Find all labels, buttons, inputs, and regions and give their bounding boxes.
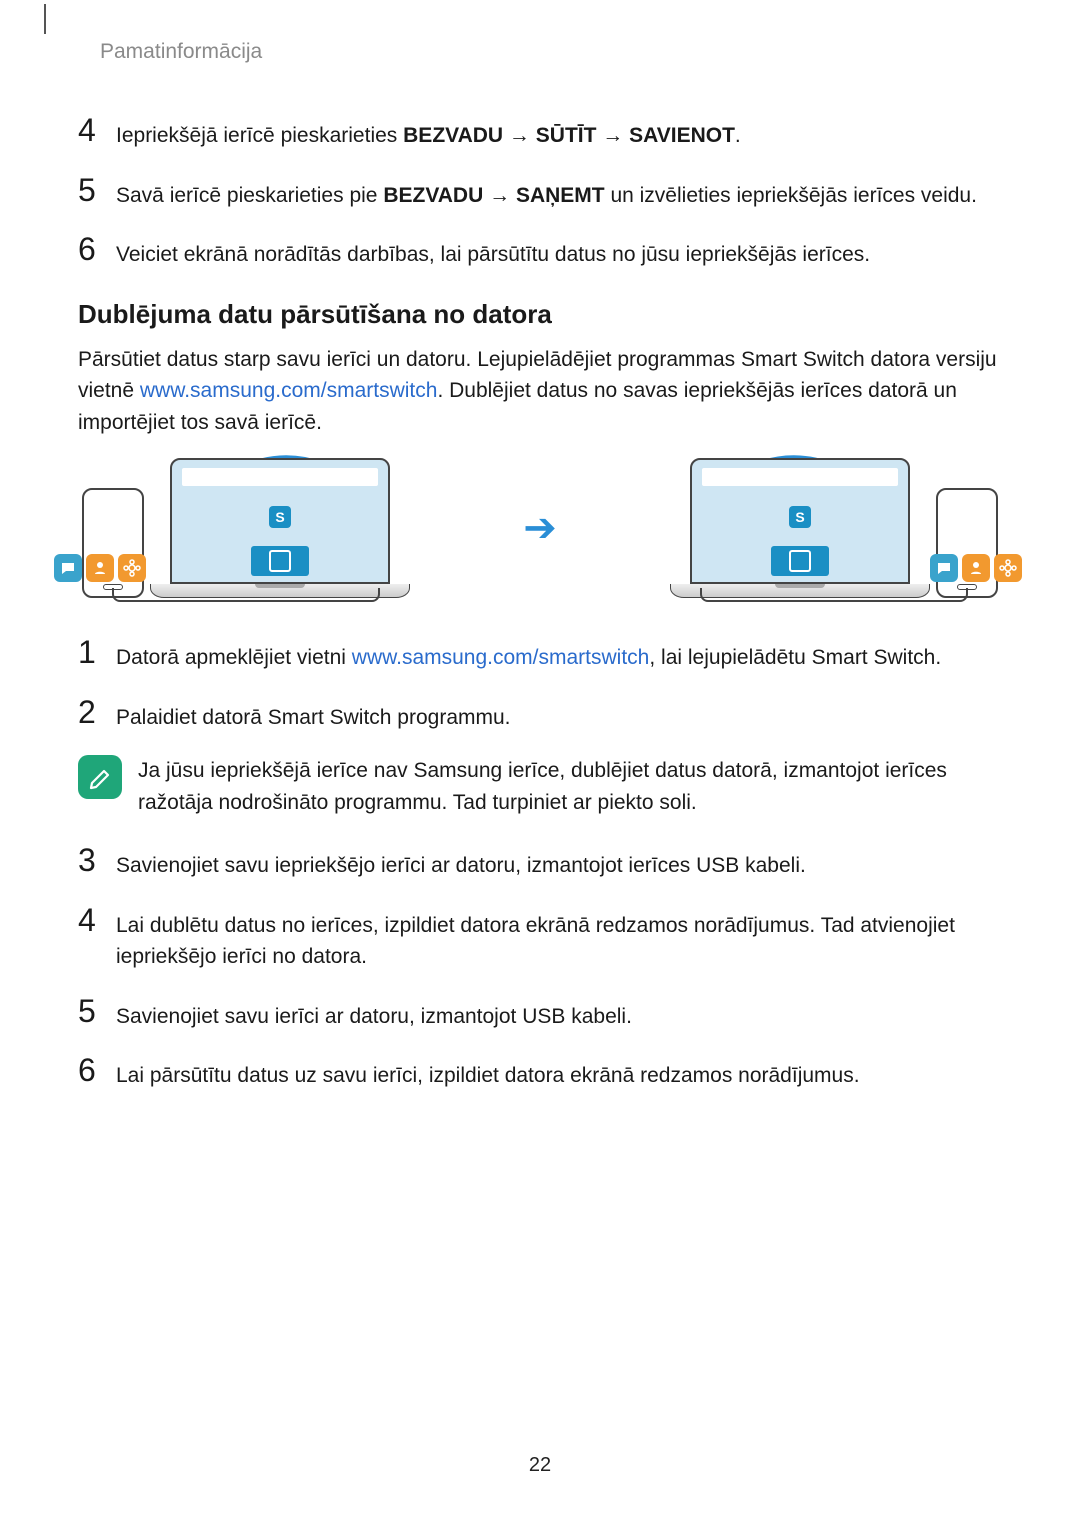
bottom-steps-2: 3Savienojiet savu iepriekšējo ierīci ar … — [78, 844, 1002, 1092]
step: 4Lai dublētu datus no ierīces, izpildiet… — [78, 904, 1002, 973]
arrow-right-icon: ➔ — [507, 505, 573, 551]
step-number: 4 — [78, 114, 116, 146]
step-text: Veiciet ekrānā norādītās darbības, lai p… — [116, 233, 1002, 271]
step-text: Savā ierīcē pieskarieties pie BEZVADU → … — [116, 174, 1002, 212]
data-icons-right — [930, 550, 1026, 586]
text: → — [483, 184, 516, 207]
step-number: 6 — [78, 233, 116, 265]
info-note: Ja jūsu iepriekšējā ierīce nav Samsung i… — [78, 755, 1002, 818]
step: 3Savienojiet savu iepriekšējo ierīci ar … — [78, 844, 1002, 882]
bold-text: BEZVADU — [403, 124, 503, 147]
text: Lai pārsūtītu datus uz savu ierīci, izpi… — [116, 1064, 860, 1087]
text: Savienojiet savu iepriekšējo ierīci ar d… — [116, 854, 806, 877]
step: 1Datorā apmeklējiet vietni www.samsung.c… — [78, 636, 1002, 674]
text: , lai lejupielādētu Smart Switch. — [649, 646, 941, 669]
top-steps: 4Iepriekšējā ierīcē pieskarieties BEZVAD… — [78, 114, 1002, 271]
step-number: 3 — [78, 844, 116, 876]
step: 6Lai pārsūtītu datus uz savu ierīci, izp… — [78, 1054, 1002, 1092]
bottom-steps-1: 1Datorā apmeklējiet vietni www.samsung.c… — [78, 636, 1002, 733]
data-icons-left — [54, 550, 150, 586]
message-icon — [930, 554, 958, 582]
scene-right — [670, 458, 998, 598]
bold-text: SAVIENOT — [629, 124, 735, 147]
usb-cable-left-icon — [112, 588, 380, 602]
page-number: 22 — [0, 1454, 1080, 1477]
step-number: 4 — [78, 904, 116, 936]
link[interactable]: www.samsung.com/smartswitch — [352, 646, 650, 669]
flower-icon — [118, 554, 146, 582]
step-text: Palaidiet datorā Smart Switch programmu. — [116, 696, 1002, 734]
bold-text: SAŅEMT — [516, 184, 605, 207]
step: 5Savienojiet savu ierīci ar datoru, izma… — [78, 995, 1002, 1033]
text: . — [735, 124, 741, 147]
text: Iepriekšējā ierīcē pieskarieties — [116, 124, 403, 147]
step: 2Palaidiet datorā Smart Switch programmu… — [78, 696, 1002, 734]
link[interactable]: www.samsung.com/smartswitch — [140, 379, 438, 402]
bold-text: SŪTĪT — [536, 124, 597, 147]
text: Lai dublētu datus no ierīces, izpildiet … — [116, 914, 955, 969]
note-pen-icon — [78, 755, 122, 799]
section-title: Dublējuma datu pārsūtīšana no datora — [78, 299, 1002, 330]
step-number: 5 — [78, 995, 116, 1027]
text: Datorā apmeklējiet vietni — [116, 646, 352, 669]
scene-left — [82, 458, 410, 598]
text: → — [596, 124, 629, 147]
step: 6Veiciet ekrānā norādītās darbības, lai … — [78, 233, 1002, 271]
step-text: Iepriekšējā ierīcē pieskarieties BEZVADU… — [116, 114, 1002, 152]
step-text: Datorā apmeklējiet vietni www.samsung.co… — [116, 636, 1002, 674]
step-text: Lai pārsūtītu datus uz savu ierīci, izpi… — [116, 1054, 1002, 1092]
text: Savā ierīcē pieskarieties pie — [116, 184, 383, 207]
step-number: 6 — [78, 1054, 116, 1086]
page-content: Pamatinformācija 4Iepriekšējā ierīcē pie… — [0, 0, 1080, 1092]
step-number: 2 — [78, 696, 116, 728]
transfer-diagram: ➔ — [78, 458, 1002, 598]
page-header: Pamatinformācija — [78, 40, 1002, 64]
intro-paragraph: Pārsūtiet datus starp savu ierīci un dat… — [78, 344, 1002, 439]
flower-icon — [994, 554, 1022, 582]
message-icon — [54, 554, 82, 582]
laptop-right-icon — [670, 458, 930, 598]
text: Savienojiet savu ierīci ar datoru, izman… — [116, 1005, 632, 1028]
contact-icon — [86, 554, 114, 582]
text: un izvēlieties iepriekšējās ierīces veid… — [605, 184, 977, 207]
note-text: Ja jūsu iepriekšējā ierīce nav Samsung i… — [138, 755, 1002, 818]
step-number: 5 — [78, 174, 116, 206]
step-text: Savienojiet savu ierīci ar datoru, izman… — [116, 995, 1002, 1033]
usb-cable-right-icon — [700, 588, 968, 602]
text: Veiciet ekrānā norādītās darbības, lai p… — [116, 243, 870, 266]
step: 5Savā ierīcē pieskarieties pie BEZVADU →… — [78, 174, 1002, 212]
bold-text: BEZVADU — [383, 184, 483, 207]
step-number: 1 — [78, 636, 116, 668]
contact-icon — [962, 554, 990, 582]
step: 4Iepriekšējā ierīcē pieskarieties BEZVAD… — [78, 114, 1002, 152]
laptop-left-icon — [150, 458, 410, 598]
text: → — [503, 124, 536, 147]
step-text: Lai dublētu datus no ierīces, izpildiet … — [116, 904, 1002, 973]
ruler-mark — [44, 4, 46, 34]
step-text: Savienojiet savu iepriekšējo ierīci ar d… — [116, 844, 1002, 882]
text: Palaidiet datorā Smart Switch programmu. — [116, 706, 511, 729]
